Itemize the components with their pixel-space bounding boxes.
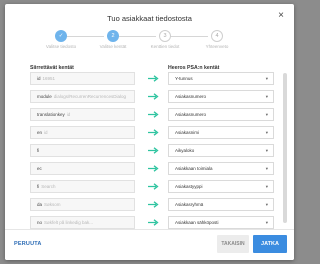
source-field-input: da Søksom — [30, 198, 135, 211]
source-field-value: id — [44, 130, 48, 135]
source-field-input: ec — [30, 162, 135, 175]
chevron-down-icon: ▾ — [265, 112, 268, 117]
source-fields-heading: Siirrettävät kentät — [30, 65, 74, 71]
target-field-value: Asiakkaan sähköposti — [175, 220, 219, 225]
arrow-right-icon — [148, 201, 159, 208]
source-field-input: fi — [30, 144, 135, 157]
back-button[interactable]: TAKAISIN — [217, 235, 249, 253]
source-field-key: da — [37, 202, 43, 207]
source-field-input: translationkey id — [30, 108, 135, 121]
target-field-select[interactable]: Y-tunnus ▾ — [168, 72, 274, 85]
source-field-value: id — [66, 112, 71, 117]
target-field-select[interactable]: Asiakkaan sähköposti ▾ — [168, 216, 274, 229]
source-field-value: 16951 — [42, 76, 56, 81]
chevron-down-icon: ▾ — [265, 148, 268, 153]
source-field-input: id 16951 — [30, 72, 135, 85]
continue-button[interactable]: JATKA — [253, 235, 287, 253]
target-field-select[interactable]: Asiakasnumero ▾ — [168, 90, 274, 103]
stepper-connector — [118, 36, 156, 37]
target-field-select[interactable]: Asiakastyyppi ▾ — [168, 180, 274, 193]
step-4-label: Yhteenveto — [205, 44, 229, 49]
arrow-right-icon — [148, 183, 159, 190]
source-field-input: fi Search — [30, 180, 135, 193]
mapping-row: ec Asiakkaan toimiala ▾ — [5, 162, 294, 177]
mapping-row: fi Aikyaloko ▾ — [5, 144, 294, 159]
chevron-down-icon: ▾ — [265, 76, 268, 81]
target-field-value: Asiakasryhmä — [175, 202, 204, 207]
step-3-indicator: 3 — [159, 30, 171, 42]
step-1-check-icon: ✓ — [55, 30, 67, 42]
mapping-row: da Søksom Asiakasryhmä ▾ — [5, 198, 294, 213]
stepper-connector — [170, 36, 208, 37]
source-field-key: fi — [37, 148, 40, 153]
arrow-right-icon — [148, 93, 159, 100]
target-field-select[interactable]: Asiakasnimi ▾ — [168, 126, 274, 139]
import-customers-dialog: Tuo asiakkaat tiedostosta × ✓ Valitse ti… — [5, 4, 294, 260]
stepper: ✓ Valitse tiedosto 2 Valitse kentät 3 Ke… — [46, 30, 250, 56]
source-field-input: no Søkfelt på linkedig bak... — [30, 216, 135, 229]
chevron-down-icon: ▾ — [265, 184, 268, 189]
target-fields-heading: Heeros PSA:n kentät — [168, 65, 220, 71]
chevron-down-icon: ▾ — [265, 202, 268, 207]
target-field-value: Asiakastyyppi — [175, 184, 203, 189]
mapping-row: no Søkfelt på linkedig bak... Asiakkaan s… — [5, 216, 294, 229]
chevron-down-icon: ▾ — [265, 166, 268, 171]
source-field-key: en — [37, 130, 43, 135]
field-mapping-list: id 16951 Y-tunnus ▾ module dialogs/Recurren… — [5, 72, 294, 229]
source-field-key: no — [37, 220, 43, 225]
target-field-value: Asiakasnimi — [175, 130, 200, 135]
source-field-value: Søkfelt på linkedig bak... — [44, 220, 94, 225]
dialog-footer: PERUUTA TAKAISIN JATKA — [5, 229, 294, 260]
target-field-select[interactable]: Asiakkaan toimiala ▾ — [168, 162, 274, 175]
target-field-select[interactable]: Asiakasnumero ▾ — [168, 108, 274, 121]
arrow-right-icon — [148, 147, 159, 154]
target-field-select[interactable]: Aikyaloko ▾ — [168, 144, 274, 157]
source-field-value: dialogs/RecurrenRecurrencesDialog — [53, 94, 127, 99]
mapping-row: en id Asiakasnimi ▾ — [5, 126, 294, 141]
source-field-value: Search — [41, 184, 56, 189]
mapping-row: fi Search Asiakastyyppi ▾ — [5, 180, 294, 195]
dialog-title: Tuo asiakkaat tiedostosta — [107, 14, 192, 23]
source-field-input: module dialogs/RecurrenRecurrencesDialog — [30, 90, 135, 103]
stepper-connector — [66, 36, 104, 37]
chevron-down-icon: ▾ — [265, 94, 268, 99]
target-field-value: Asiakkaan toimiala — [175, 166, 213, 171]
step-2-label: Valitse kentät — [99, 44, 127, 49]
scrollbar[interactable] — [283, 73, 287, 223]
source-field-key: module — [37, 94, 52, 99]
mapping-row: id 16951 Y-tunnus ▾ — [5, 72, 294, 87]
source-field-key: fi — [37, 184, 40, 189]
source-field-key: ec — [37, 166, 42, 171]
mapping-row: translationkey id Asiakasnumero ▾ — [5, 108, 294, 123]
target-field-value: Y-tunnus — [175, 76, 193, 81]
source-field-key: translationkey — [37, 112, 65, 117]
arrow-right-icon — [148, 165, 159, 172]
cancel-button[interactable]: PERUUTA — [14, 241, 42, 247]
arrow-right-icon — [148, 219, 159, 226]
target-field-select[interactable]: Asiakasryhmä ▾ — [168, 198, 274, 211]
target-field-value: Aikyaloko — [175, 148, 195, 153]
arrow-right-icon — [148, 111, 159, 118]
close-icon[interactable]: × — [278, 11, 284, 21]
target-field-value: Asiakasnumero — [175, 112, 207, 117]
chevron-down-icon: ▾ — [265, 220, 268, 225]
chevron-down-icon: ▾ — [265, 130, 268, 135]
mapping-row: module dialogs/RecurrenRecurrencesDialog … — [5, 90, 294, 105]
step-3-label: Kenttien tiedot — [150, 44, 180, 49]
source-field-key: id — [37, 76, 41, 81]
step-2-indicator: 2 — [107, 30, 119, 42]
arrow-right-icon — [148, 75, 159, 82]
arrow-right-icon — [148, 129, 159, 136]
step-1-label: Valitse tiedosto — [45, 44, 77, 49]
target-field-value: Asiakasnumero — [175, 94, 207, 99]
step-4-indicator: 4 — [211, 30, 223, 42]
source-field-value: Søksom — [44, 202, 61, 207]
source-field-input: en id — [30, 126, 135, 139]
